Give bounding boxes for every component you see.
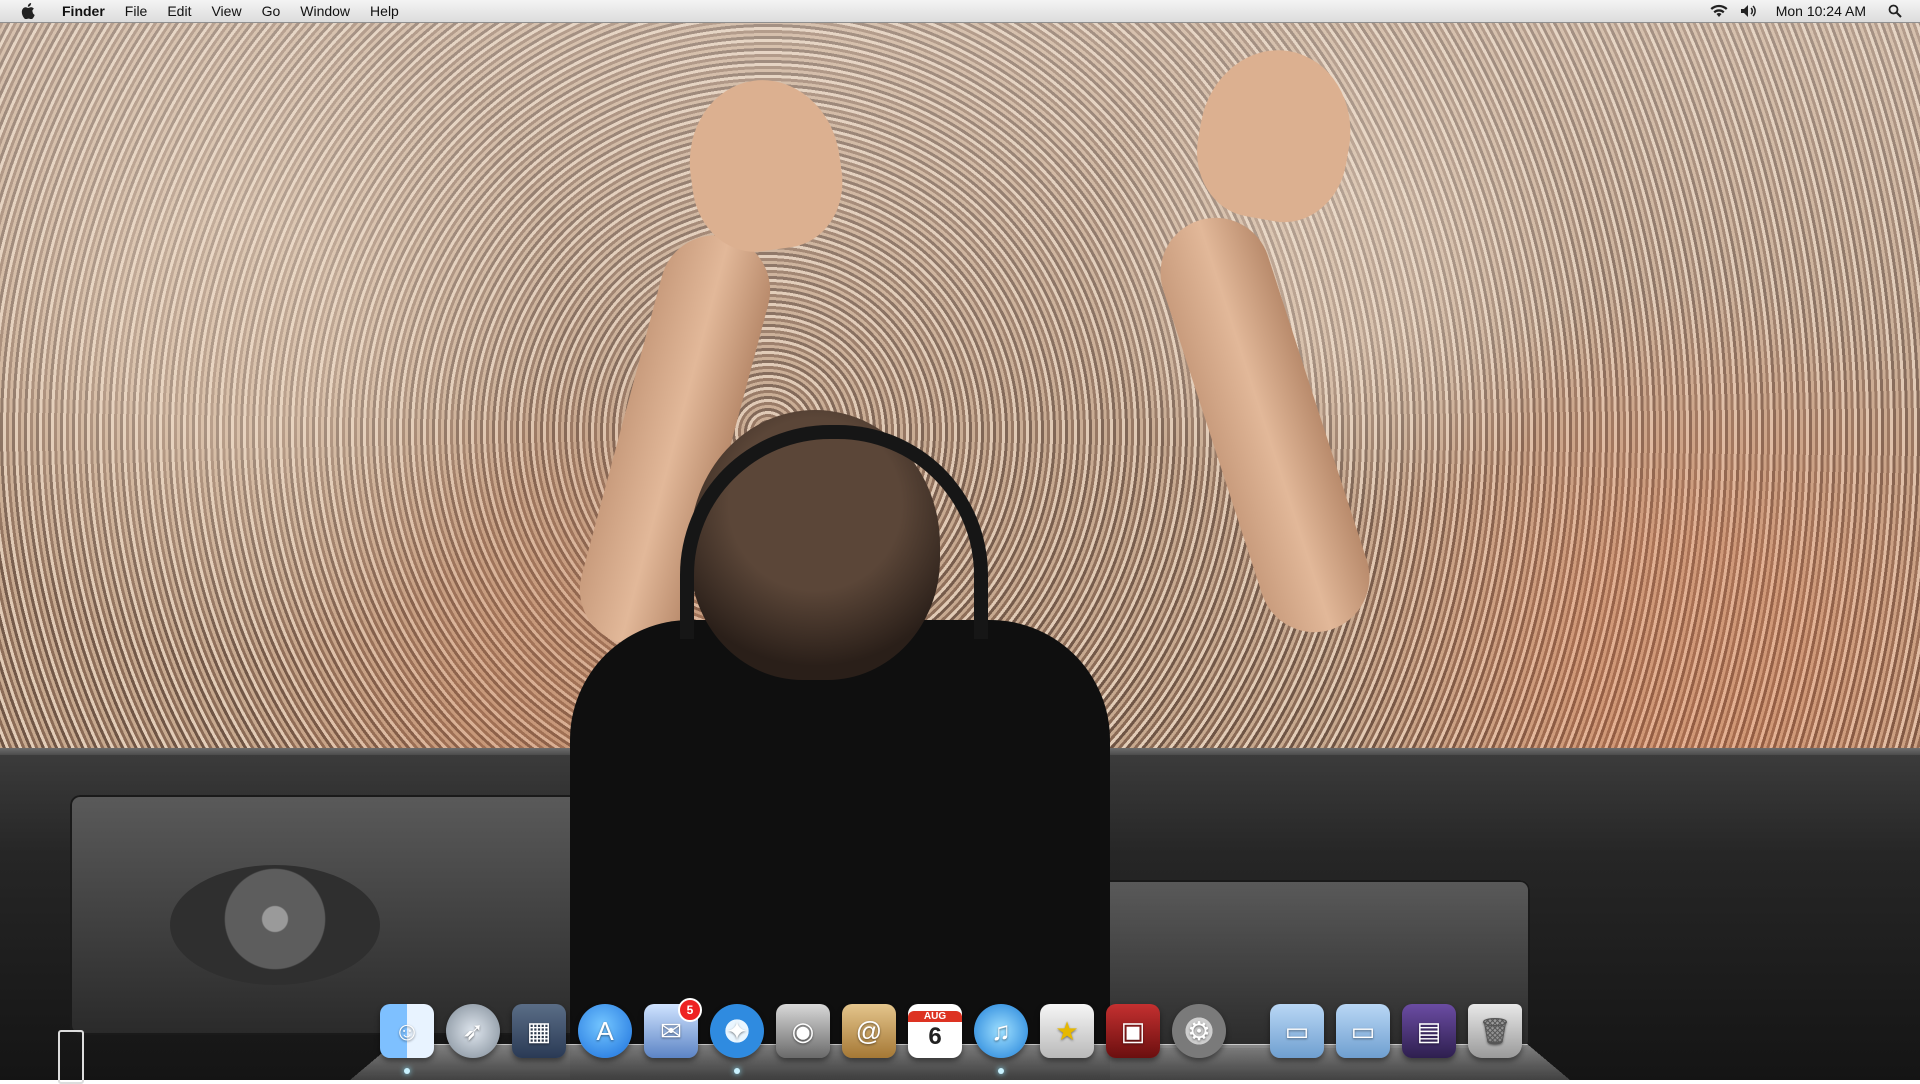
menu-window[interactable]: Window bbox=[290, 0, 360, 22]
rocket-glyph: ➶ bbox=[462, 1015, 484, 1046]
camera-icon[interactable]: ◉ bbox=[776, 1004, 830, 1058]
contacts-icon[interactable]: @ bbox=[842, 1004, 896, 1058]
gear-glyph: ⚙ bbox=[1187, 1015, 1211, 1046]
rocket-icon[interactable]: ➶ bbox=[446, 1004, 500, 1058]
menu-view[interactable]: View bbox=[201, 0, 251, 22]
applications-folder-glyph: ▭ bbox=[1284, 1015, 1310, 1046]
volume-glyph bbox=[1740, 5, 1756, 17]
volume-icon[interactable] bbox=[1738, 0, 1760, 22]
calendar-month: AUG bbox=[908, 1010, 962, 1022]
menu-bar: Finder File Edit View Go Window Help Mon… bbox=[0, 0, 1920, 23]
finder-face-glyph: ☺ bbox=[393, 1015, 421, 1046]
menu-file[interactable]: File bbox=[115, 0, 158, 22]
photo-booth-icon[interactable]: ▣ bbox=[1106, 1004, 1160, 1058]
desktop-wallpaper bbox=[0, 0, 1920, 1080]
dock-items: ☺ ➶ ▦ A ✉ 5 ✦ ◉ @ AUG 6 ♫ ★ ▣ ⚙ ▭ ▭ ▤ 🗑 bbox=[380, 998, 1522, 1074]
mail-icon[interactable]: ✉ 5 bbox=[644, 998, 702, 1058]
finder-icon[interactable]: ☺ bbox=[380, 1004, 434, 1074]
turntable-platter bbox=[170, 865, 380, 985]
calendar-day: 6 bbox=[928, 1022, 942, 1050]
apple-icon[interactable] bbox=[18, 1, 38, 21]
photos-icon[interactable]: ▦ bbox=[512, 1004, 566, 1058]
trash-glyph: 🗑 bbox=[1478, 1015, 1512, 1046]
apple-logo bbox=[21, 3, 35, 19]
minimized-window-outline[interactable] bbox=[58, 1030, 84, 1084]
mail-glyph: ✉ bbox=[660, 1015, 682, 1046]
wifi-glyph bbox=[1710, 4, 1728, 17]
running-indicator bbox=[998, 1068, 1004, 1074]
menu-finder[interactable]: Finder bbox=[52, 0, 115, 22]
app-store-glyph: A bbox=[596, 1015, 614, 1046]
calendar-icon[interactable]: AUG 6 bbox=[908, 1004, 962, 1058]
star-glyph: ★ bbox=[1055, 1015, 1079, 1046]
wifi-icon[interactable] bbox=[1708, 0, 1730, 22]
photo-booth-glyph: ▣ bbox=[1120, 1015, 1146, 1046]
spotlight-glyph bbox=[1888, 4, 1902, 18]
gear-icon[interactable]: ⚙ bbox=[1172, 1004, 1226, 1058]
status-area: Mon 10:24 AM bbox=[1704, 0, 1920, 22]
folder-icon[interactable]: ▭ bbox=[1336, 1004, 1390, 1058]
trash-icon[interactable]: 🗑 bbox=[1468, 1004, 1522, 1058]
star-clapper-icon[interactable]: ★ bbox=[1040, 1004, 1094, 1058]
menu-go[interactable]: Go bbox=[252, 0, 291, 22]
mail-unread-badge: 5 bbox=[678, 998, 702, 1022]
contacts-glyph: @ bbox=[855, 1015, 883, 1046]
menu-help[interactable]: Help bbox=[360, 0, 409, 22]
menu-edit[interactable]: Edit bbox=[157, 0, 201, 22]
music-note-glyph: ♫ bbox=[991, 1015, 1011, 1046]
music-note-icon[interactable]: ♫ bbox=[974, 1004, 1028, 1074]
image-stack-icon[interactable]: ▤ bbox=[1402, 1004, 1456, 1058]
app-store-icon[interactable]: A bbox=[578, 1004, 632, 1058]
stack-glyph: ▤ bbox=[1416, 1015, 1442, 1046]
folder-icon[interactable]: ▭ bbox=[1270, 1004, 1324, 1058]
menu-clock[interactable]: Mon 10:24 AM bbox=[1764, 3, 1880, 19]
camera-glyph: ◉ bbox=[791, 1015, 815, 1046]
compass-icon[interactable]: ✦ bbox=[710, 1004, 764, 1074]
documents-folder-glyph: ▭ bbox=[1350, 1015, 1376, 1046]
running-indicator bbox=[404, 1068, 410, 1074]
compass-glyph: ✦ bbox=[726, 1015, 748, 1046]
running-indicator bbox=[734, 1068, 740, 1074]
search-icon[interactable] bbox=[1884, 0, 1906, 22]
dock: ☺ ➶ ▦ A ✉ 5 ✦ ◉ @ AUG 6 ♫ ★ ▣ ⚙ ▭ ▭ ▤ 🗑 bbox=[350, 998, 1570, 1080]
photos-glyph: ▦ bbox=[526, 1015, 552, 1046]
